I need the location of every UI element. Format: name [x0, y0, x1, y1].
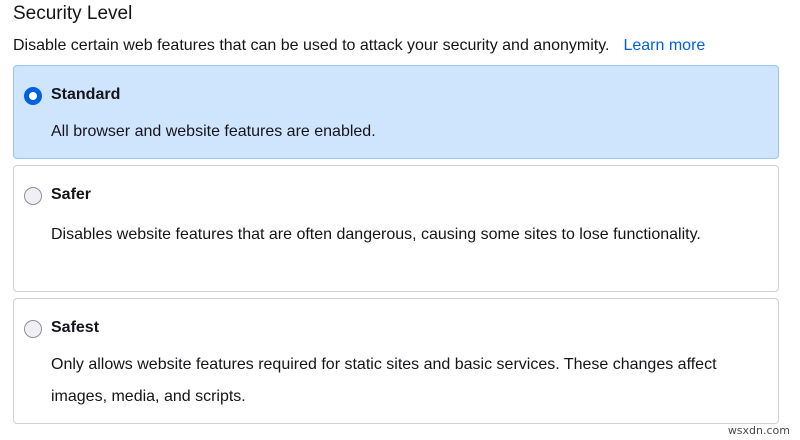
learn-more-link[interactable]: Learn more	[623, 37, 705, 54]
section-title: Security Level	[13, 3, 133, 24]
option-label-standard: Standard	[51, 86, 121, 103]
security-level-page: Security Level Disable certain web featu…	[0, 0, 800, 440]
radio-standard[interactable]	[24, 87, 42, 105]
radio-safest[interactable]	[24, 320, 42, 338]
option-label-safer: Safer	[51, 186, 92, 203]
section-description: Disable certain web features that can be…	[13, 37, 705, 55]
watermark: wsxdn.com	[727, 424, 790, 437]
security-option-safer[interactable]: Safer Disables website features that are…	[13, 165, 779, 292]
option-text-safest: Only allows website features required fo…	[51, 356, 717, 405]
option-label-safest: Safest	[51, 319, 100, 336]
security-option-safest[interactable]: Safest Only allows website features requ…	[13, 298, 779, 424]
option-text-safer: Disables website features that are often…	[51, 226, 701, 243]
option-text-standard: All browser and website features are ena…	[51, 123, 376, 140]
security-option-standard[interactable]: Standard All browser and website feature…	[13, 65, 779, 159]
description-text: Disable certain web features that can be…	[13, 37, 610, 54]
radio-safer[interactable]	[24, 187, 42, 205]
